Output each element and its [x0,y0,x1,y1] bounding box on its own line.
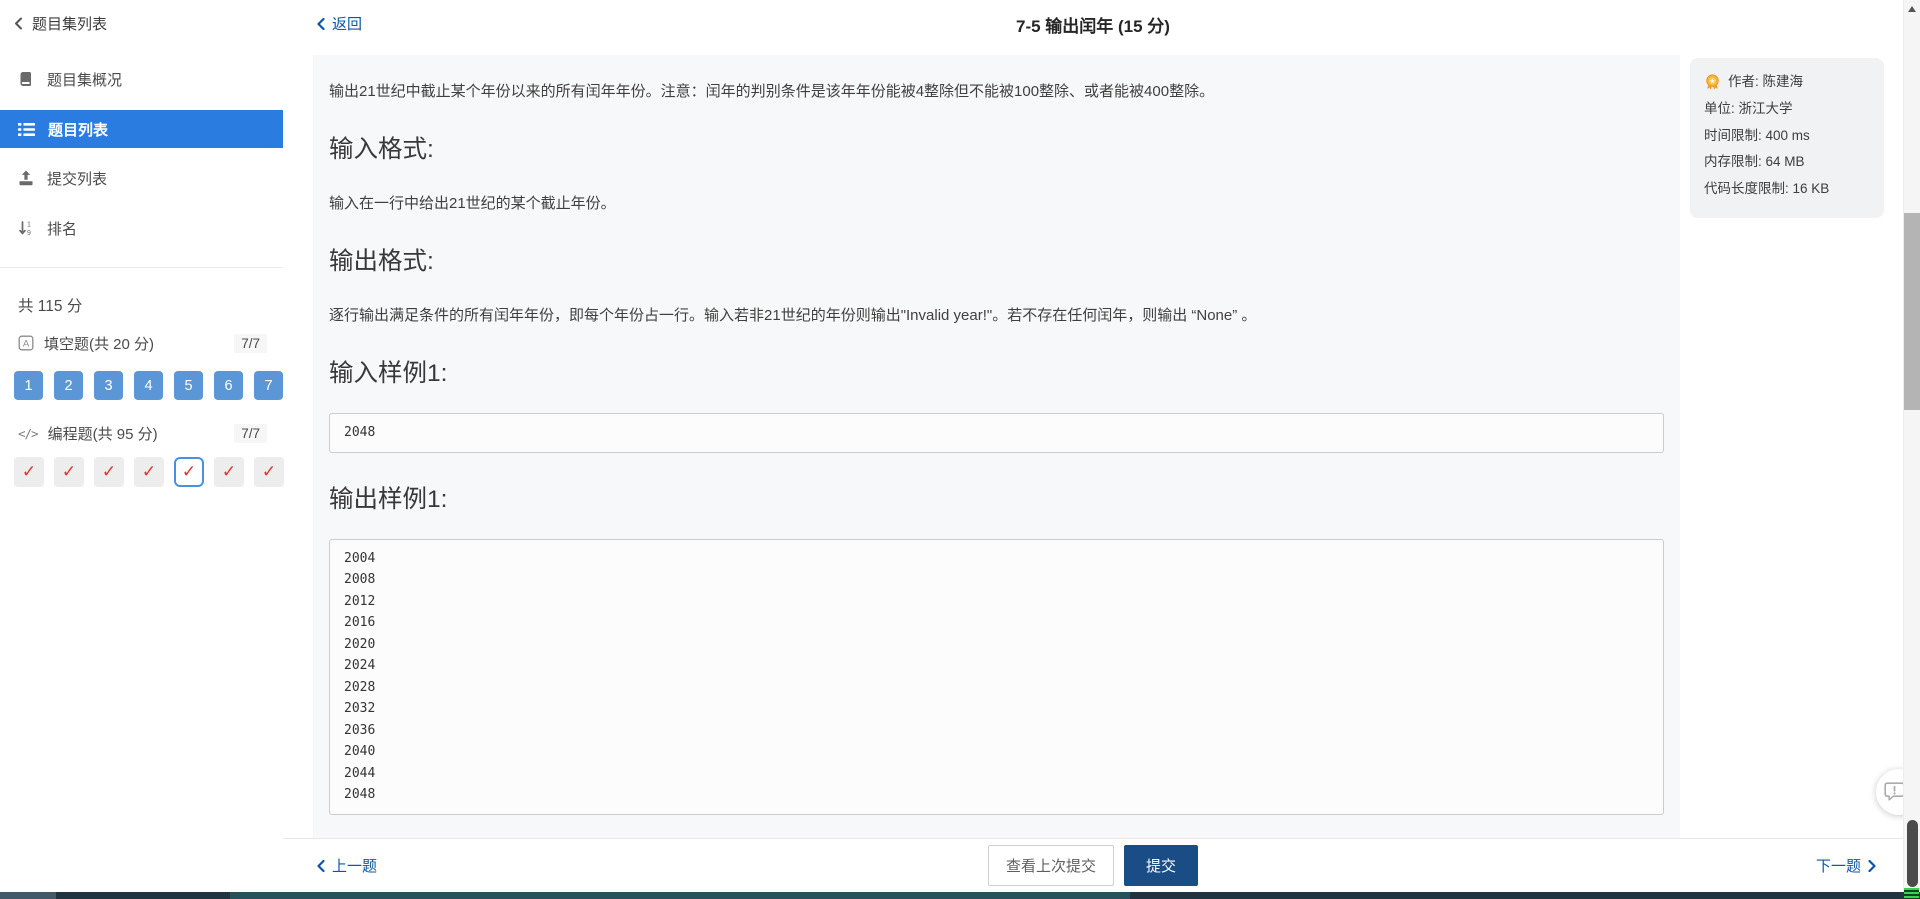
fill-blank-icon: A [18,335,34,351]
input-format-body: 输入在一行中给出21世纪的某个截止年份。 [329,195,616,212]
bottom-action-bar: 上一题 查看上次提交 提交 下一题 [283,838,1903,892]
prev-problem-label: 上一题 [332,858,378,875]
programming-problem-button-current[interactable]: ✓ [174,457,204,487]
fill-blank-problem-button[interactable]: 7 [254,371,283,400]
sidebar-item-ranking[interactable]: 1 9 排名 [0,211,283,245]
svg-text:1: 1 [27,222,31,229]
taskbar-segment [0,892,56,899]
author-value: 作者: 陈建海 [1728,74,1804,89]
sidebar-item-label: 题目集概况 [47,71,123,89]
check-icon: ✓ [141,462,157,482]
sidebar-item-label: 排名 [47,220,78,238]
fill-blank-problem-button[interactable]: 3 [94,371,123,400]
check-icon: ✓ [101,462,117,482]
scrollbar-up-arrow-icon[interactable] [1908,6,1916,12]
output-format-body: 逐行输出满足条件的所有闰年年份，即每个年份占一行。输入若非21世纪的年份则输出"… [329,307,1257,324]
programming-problem-button[interactable]: ✓ [214,457,244,487]
code-icon: </> [18,425,39,441]
view-last-submission-button[interactable]: 查看上次提交 [987,845,1114,886]
chevron-left-icon [317,859,325,872]
svg-text:★: ★ [1710,78,1716,85]
programming-problem-button[interactable]: ✓ [254,457,284,487]
programming-label: 编程题(共 95 分) [47,425,158,443]
fill-blank-problem-buttons: 1 2 3 4 5 6 7 [14,371,283,400]
list-icon [18,122,35,137]
programming-problem-button[interactable]: ✓ [54,457,84,487]
check-icon: ✓ [221,462,237,482]
programming-problem-button[interactable]: ✓ [134,457,164,487]
svg-text:9: 9 [27,230,31,236]
scrollbar-thumb[interactable] [1904,213,1920,410]
check-icon: ✓ [181,462,197,482]
next-problem-link[interactable]: 下一题 [1816,855,1876,876]
sample-input-heading: 输入样例1: [329,360,448,387]
programming-problem-button[interactable]: ✓ [94,457,124,487]
programming-problem-button[interactable]: ✓ [14,457,44,487]
input-format-heading: 输入格式: [329,136,434,163]
sidebar-back-label: 题目集列表 [32,16,108,33]
sidebar-item-problem-list[interactable]: 题目列表 [0,110,283,148]
sample-input-code: 2048 [329,413,1664,453]
author-line: ★ 作者: 陈建海 [1704,69,1870,96]
code-length-limit-line: 代码长度限制: 16 KB [1704,181,1830,197]
fill-blank-group: A 填空题(共 20 分) 7/7 [18,330,267,356]
sidebar-divider [0,267,283,268]
sample-output-code: 2004 2008 2012 2016 2020 2024 2028 2032 … [329,538,1664,815]
taskbar-segment [230,892,1130,899]
next-problem-label: 下一题 [1815,858,1861,875]
tray-indicator [1904,888,1919,899]
problem-card: 输出21世纪中截止某个年份以来的所有闰年年份。注意：闰年的判别条件是该年年份能被… [313,55,1680,838]
upload-icon [18,170,34,186]
output-format-heading: 输出格式: [329,248,434,275]
fill-blank-label: 填空题(共 20 分) [44,335,155,353]
scrollbar-thumb-dark[interactable] [1907,820,1918,887]
page-title: 7-5 输出闰年 (15 分) [1016,17,1170,36]
prev-problem-link[interactable]: 上一题 [317,855,377,876]
taskbar-edge [0,892,1920,899]
check-icon: ✓ [61,462,77,482]
programming-progress-badge: 7/7 [234,423,267,443]
sidebar-item-overview[interactable]: 题目集概况 [0,62,283,96]
check-icon: ✓ [261,462,277,482]
page-scrollbar[interactable] [1903,0,1920,892]
total-score-label: 共 115 分 [18,298,83,315]
fill-blank-problem-button[interactable]: 6 [214,371,243,400]
chevron-right-icon [1868,859,1876,872]
programming-problem-buttons: ✓ ✓ ✓ ✓ ✓ ✓ ✓ [14,457,284,487]
main-content: 返回 7-5 输出闰年 (15 分) 输出21世纪中截止某个年份以来的所有闰年年… [283,0,1903,892]
app-window: 题目集列表 题目集概况 题目列表 提交列表 1 9 排名 共 115 分 A 填… [0,0,1920,899]
submit-button[interactable]: 提交 [1124,845,1199,886]
sidebar-item-submissions[interactable]: 提交列表 [0,161,283,195]
fill-blank-problem-button[interactable]: 5 [174,371,203,400]
fill-blank-problem-button[interactable]: 4 [134,371,163,400]
memory-limit-line: 内存限制: 64 MB [1704,154,1805,170]
sidebar: 题目集列表 题目集概况 题目列表 提交列表 1 9 排名 共 115 分 A 填… [0,0,284,892]
sidebar-item-label: 提交列表 [47,170,108,188]
unit-line: 单位: 浙江大学 [1704,100,1793,116]
sample-output-heading: 输出样例1: [329,485,448,513]
time-limit-line: 时间限制: 400 ms [1704,127,1810,143]
book-icon [18,71,34,87]
sort-numeric-icon: 1 9 [18,220,34,236]
sidebar-back-problem-sets[interactable]: 题目集列表 [14,13,107,34]
check-icon: ✓ [21,462,37,482]
chevron-left-icon [14,17,23,30]
sidebar-item-label: 题目列表 [48,121,109,139]
fill-blank-problem-button[interactable]: 2 [54,371,83,400]
medal-icon: ★ [1704,74,1721,91]
programming-group: </> 编程题(共 95 分) 7/7 [18,420,267,446]
svg-text:A: A [23,339,30,350]
fill-blank-problem-button[interactable]: 1 [14,371,43,400]
fill-blank-progress-badge: 7/7 [234,333,267,353]
problem-description: 输出21世纪中截止某个年份以来的所有闰年年份。注意：闰年的判别条件是该年年份能被… [329,83,1215,100]
problem-info-panel: ★ 作者: 陈建海 单位: 浙江大学 时间限制: 400 ms 内存限制: 64… [1690,58,1884,218]
